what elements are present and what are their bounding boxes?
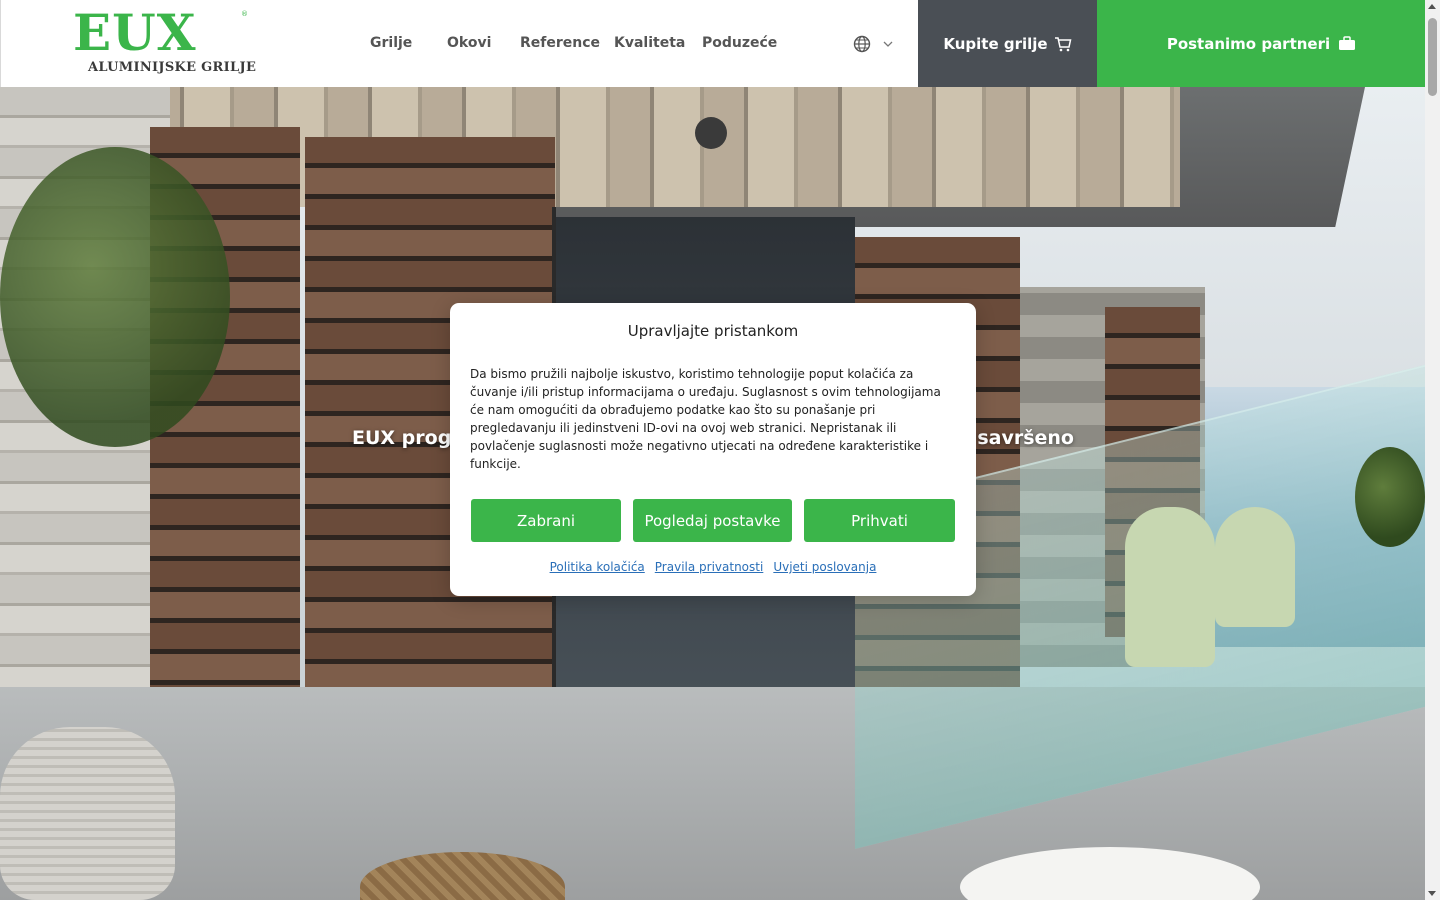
buy-shutters-button[interactable]: Kupite grilje	[918, 0, 1097, 87]
buy-shutters-label: Kupite grilje	[943, 34, 1048, 53]
logo[interactable]: EUX ® ALUMINIJSKE GRILJE	[73, 3, 256, 78]
logo-mark: EUX	[73, 3, 197, 62]
hero-chair	[1125, 507, 1215, 667]
become-partners-label: Postanimo partneri	[1166, 34, 1331, 53]
deny-button[interactable]: Zabrani	[471, 499, 621, 542]
cart-icon	[1054, 36, 1072, 51]
site-header: EUX ® ALUMINIJSKE GRILJE Grilje Okovi Re…	[0, 0, 1426, 87]
scroll-up-arrow-icon[interactable]	[1428, 4, 1436, 9]
hero-subtitle-left: EUX progr	[352, 427, 461, 449]
cookie-policy-link[interactable]: Politika kolačića	[550, 560, 645, 574]
nav-item-okovi[interactable]: Okovi	[447, 35, 491, 51]
accept-button[interactable]: Prihvati	[804, 499, 955, 542]
nav-item-kvaliteta[interactable]: Kvaliteta	[614, 35, 685, 51]
globe-icon	[853, 35, 871, 53]
scrollbar-thumb[interactable]	[1428, 18, 1437, 96]
hero-wall-lamp	[695, 117, 727, 149]
hero-planter	[0, 727, 175, 900]
briefcase-icon	[1339, 36, 1356, 50]
terms-link[interactable]: Uvjeti poslovanja	[773, 560, 876, 574]
chevron-down-icon	[883, 41, 893, 47]
hero-plant	[0, 147, 230, 447]
hero-chair-second	[1215, 507, 1295, 627]
nav-item-poduzece[interactable]: Poduzeće	[702, 35, 777, 51]
consent-links: Politika kolačića Pravila privatnosti Uv…	[450, 560, 976, 574]
nav-item-grilje[interactable]: Grilje	[370, 35, 412, 51]
privacy-policy-link[interactable]: Pravila privatnosti	[655, 560, 764, 574]
hero-plant-small	[1355, 447, 1425, 547]
consent-title: Upravljajte pristankom	[627, 322, 799, 340]
nav-item-reference[interactable]: Reference	[520, 35, 600, 51]
logo-subtitle: ALUMINIJSKE GRILJE	[88, 60, 257, 75]
logo-registered-mark: ®	[241, 10, 248, 18]
page-scrollbar[interactable]	[1425, 0, 1440, 900]
consent-description: Da bismo pružili najbolje iskustvo, kori…	[470, 367, 941, 471]
scroll-down-arrow-icon[interactable]	[1428, 891, 1436, 896]
language-switcher[interactable]	[853, 35, 895, 53]
view-preferences-button[interactable]: Pogledaj postavke	[633, 499, 792, 542]
become-partners-button[interactable]: Postanimo partneri	[1097, 0, 1426, 87]
hero-subtitle-right: savršeno	[977, 427, 1074, 449]
cookie-consent-dialog: Upravljajte pristankom Da bismo pružili …	[450, 303, 976, 596]
